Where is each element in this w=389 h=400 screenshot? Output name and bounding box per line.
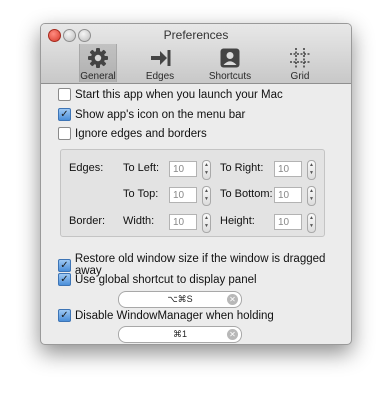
checkbox-box[interactable] (58, 88, 71, 101)
disable-shortcut-value: ⌘1 (172, 329, 187, 339)
global-shortcut-value: ⌥⌘S (167, 294, 193, 304)
edges-label: Edges: (69, 162, 104, 174)
width-label: Width: (123, 215, 155, 227)
tab-general[interactable]: General (79, 44, 117, 82)
height-stepper[interactable]: ▲ ▼ (307, 213, 316, 233)
disable-shortcut-recorder[interactable]: ⌘1 ✕ (118, 326, 242, 343)
to-left-label: To Left: (123, 162, 160, 174)
tab-edges-label: Edges (145, 71, 175, 82)
to-top-stepper[interactable]: ▲ ▼ (202, 186, 211, 206)
checkbox-box[interactable]: ✓ (58, 273, 71, 286)
edges-border-group: Edges: To Left: 10 ▲ ▼ To Right: 10 ▲ ▼ To… (60, 149, 325, 237)
height-label: Height: (220, 215, 255, 227)
arrow-to-edge-icon (151, 50, 171, 66)
to-top-field[interactable]: 10 (169, 187, 197, 203)
clear-icon[interactable]: ✕ (227, 329, 238, 340)
checkbox-box[interactable] (58, 127, 71, 140)
gear-icon (88, 48, 108, 68)
show-menu-icon-checkbox[interactable]: ✓ Show app's icon on the menu bar (58, 108, 245, 121)
general-pane: Start this app when you launch your Mac … (41, 84, 351, 344)
clear-icon[interactable]: ✕ (227, 294, 238, 305)
preferences-window: Preferences General Edges Shortcuts Grid… (40, 23, 352, 345)
to-left-stepper[interactable]: ▲ ▼ (202, 160, 211, 180)
to-right-stepper[interactable]: ▲ ▼ (307, 160, 316, 180)
toolbar: Preferences General Edges Shortcuts Grid (41, 24, 351, 84)
to-right-label: To Right: (220, 162, 264, 174)
tab-edges[interactable]: Edges (141, 44, 179, 82)
show-menu-icon-label: Show app's icon on the menu bar (75, 108, 246, 121)
to-top-label: To Top: (123, 188, 159, 200)
tab-shortcuts-label: Shortcuts (208, 71, 252, 82)
width-stepper[interactable]: ▲ ▼ (202, 213, 211, 233)
global-shortcut-checkbox[interactable]: ✓ Use global shortcut to display panel (58, 273, 257, 286)
grid-icon (290, 48, 310, 68)
disable-wm-checkbox[interactable]: ✓ Disable WindowManager when holding (58, 309, 274, 322)
tab-shortcuts[interactable]: Shortcuts (206, 44, 254, 82)
checkbox-box[interactable]: ✓ (58, 258, 71, 272)
checkbox-box[interactable]: ✓ (58, 108, 71, 121)
tab-general-label: General (80, 71, 116, 82)
disable-wm-label: Disable WindowManager when holding (75, 309, 274, 322)
tab-grid[interactable]: Grid (285, 44, 315, 82)
start-at-launch-checkbox[interactable]: Start this app when you launch your Mac (58, 88, 283, 101)
ignore-edges-checkbox[interactable]: Ignore edges and borders (58, 127, 207, 140)
height-field[interactable]: 10 (274, 214, 302, 230)
to-right-field[interactable]: 10 (274, 161, 302, 177)
global-shortcut-label: Use global shortcut to display panel (75, 273, 257, 286)
global-shortcut-recorder[interactable]: ⌥⌘S ✕ (118, 291, 242, 308)
checkbox-box[interactable]: ✓ (58, 309, 71, 322)
tab-grid-label: Grid (290, 71, 310, 82)
width-field[interactable]: 10 (169, 214, 197, 230)
to-bottom-label: To Bottom: (220, 188, 273, 200)
border-label: Border: (69, 215, 106, 227)
person-card-icon (220, 48, 240, 68)
ignore-edges-label: Ignore edges and borders (75, 127, 207, 140)
to-left-field[interactable]: 10 (169, 161, 197, 177)
start-at-launch-label: Start this app when you launch your Mac (75, 88, 283, 101)
to-bottom-field[interactable]: 10 (274, 187, 302, 203)
window-title: Preferences (163, 28, 229, 42)
to-bottom-stepper[interactable]: ▲ ▼ (307, 186, 316, 206)
